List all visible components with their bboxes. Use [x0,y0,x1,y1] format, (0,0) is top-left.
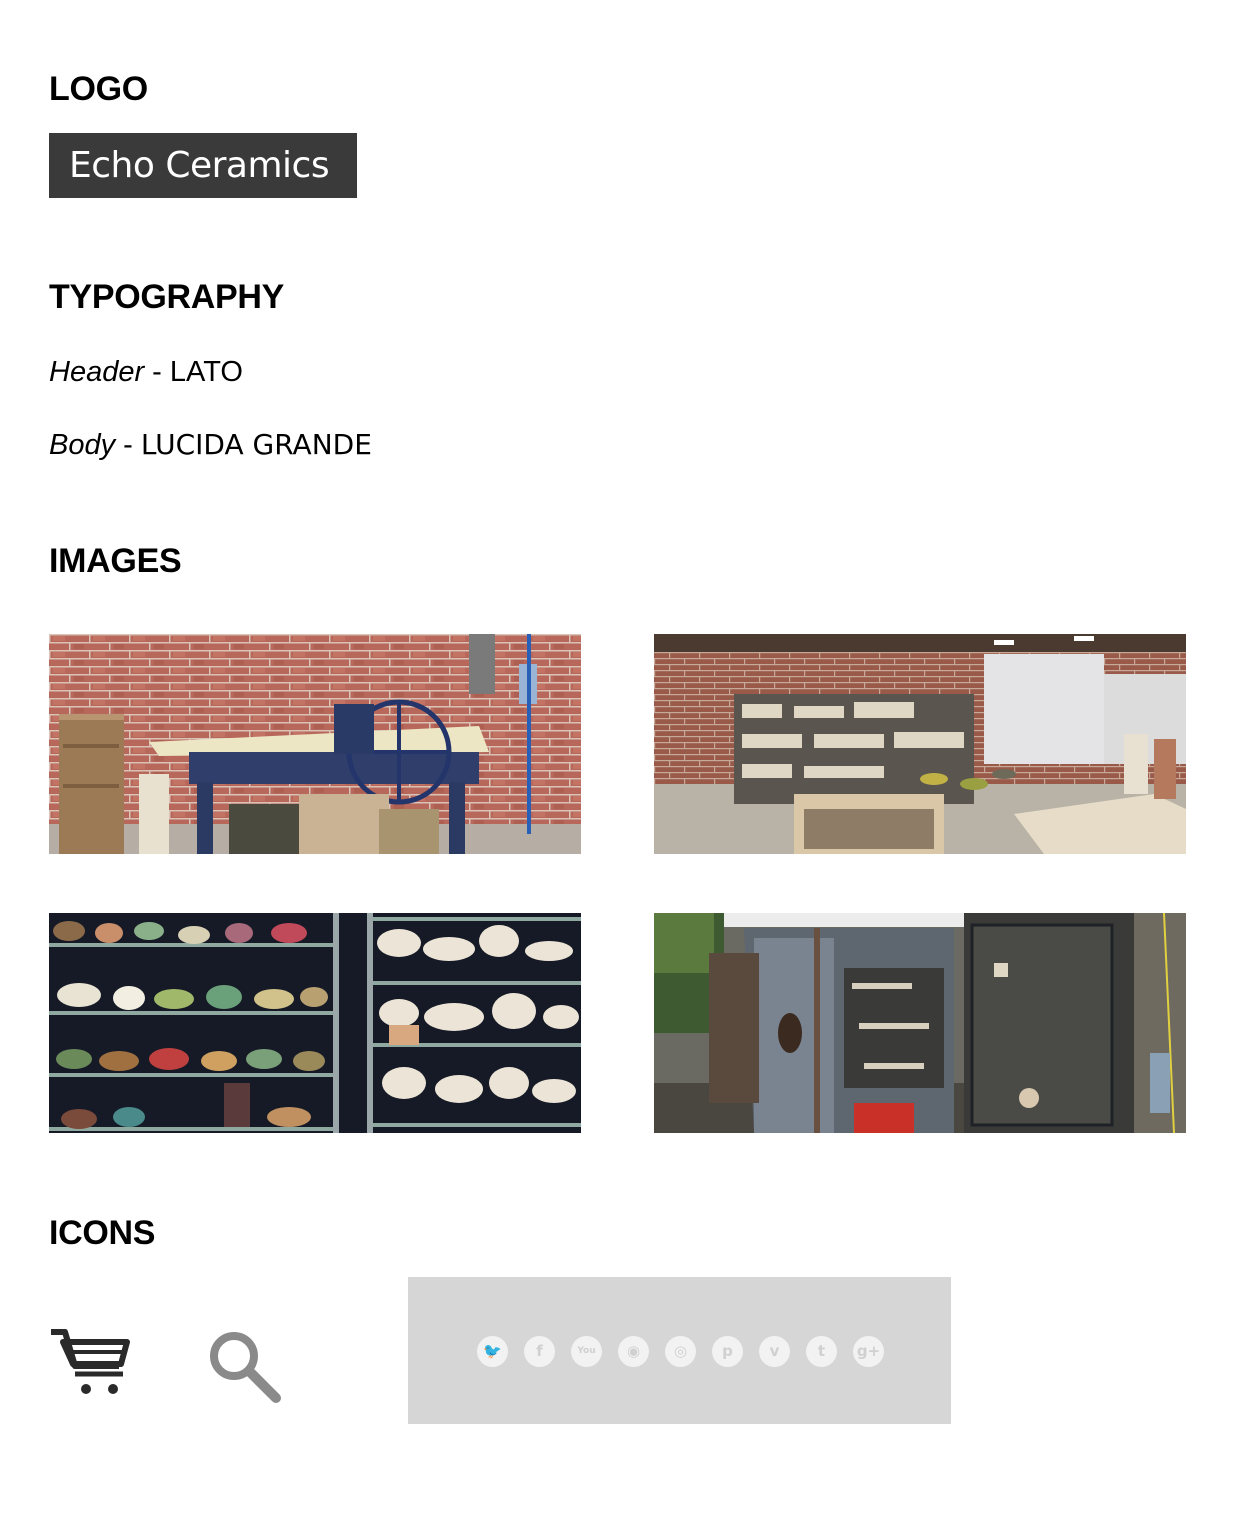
photo-pottery-shelves [49,913,581,1133]
cart-icon[interactable] [49,1326,131,1396]
section-heading-images: IMAGES [49,542,182,580]
vimeo-icon[interactable]: v [759,1336,790,1367]
photo-studio-wheel [49,634,581,854]
typography-header-separator: - [144,356,170,388]
section-heading-typography: TYPOGRAPHY [49,278,285,316]
section-heading-logo: LOGO [49,70,148,108]
photo-kilns [654,913,1186,1133]
google-plus-icon[interactable]: g+ [853,1336,884,1367]
social-icons-panel: 🐦 f You ◉ ◎ p v t g+ [408,1277,951,1424]
pinterest-icon[interactable]: p [712,1336,743,1367]
social-icons-row: 🐦 f You ◉ ◎ p v t g+ [477,1336,884,1367]
logo-text: Echo Ceramics [69,145,330,186]
youtube-icon[interactable]: You [571,1336,602,1367]
typography-body-spec: Body - LUCIDA GRANDE [49,431,372,460]
photo-studio-interior [654,634,1186,854]
rss-icon[interactable]: ◉ [618,1336,649,1367]
typography-header-label: Header [49,356,145,388]
typography-body-separator: - [115,429,141,461]
instagram-icon[interactable]: ◎ [665,1336,696,1367]
facebook-icon[interactable]: f [524,1336,555,1367]
typography-header-font: LATO [169,356,243,388]
tumblr-icon[interactable]: t [806,1336,837,1367]
typography-body-font: LUCIDA GRANDE [140,428,372,461]
search-icon[interactable] [206,1328,282,1404]
typography-body-label: Body [49,429,116,461]
logo: Echo Ceramics [49,133,357,198]
section-heading-icons: ICONS [49,1214,156,1252]
typography-header-spec: Header - LATO [49,358,243,387]
twitter-icon[interactable]: 🐦 [477,1336,508,1367]
